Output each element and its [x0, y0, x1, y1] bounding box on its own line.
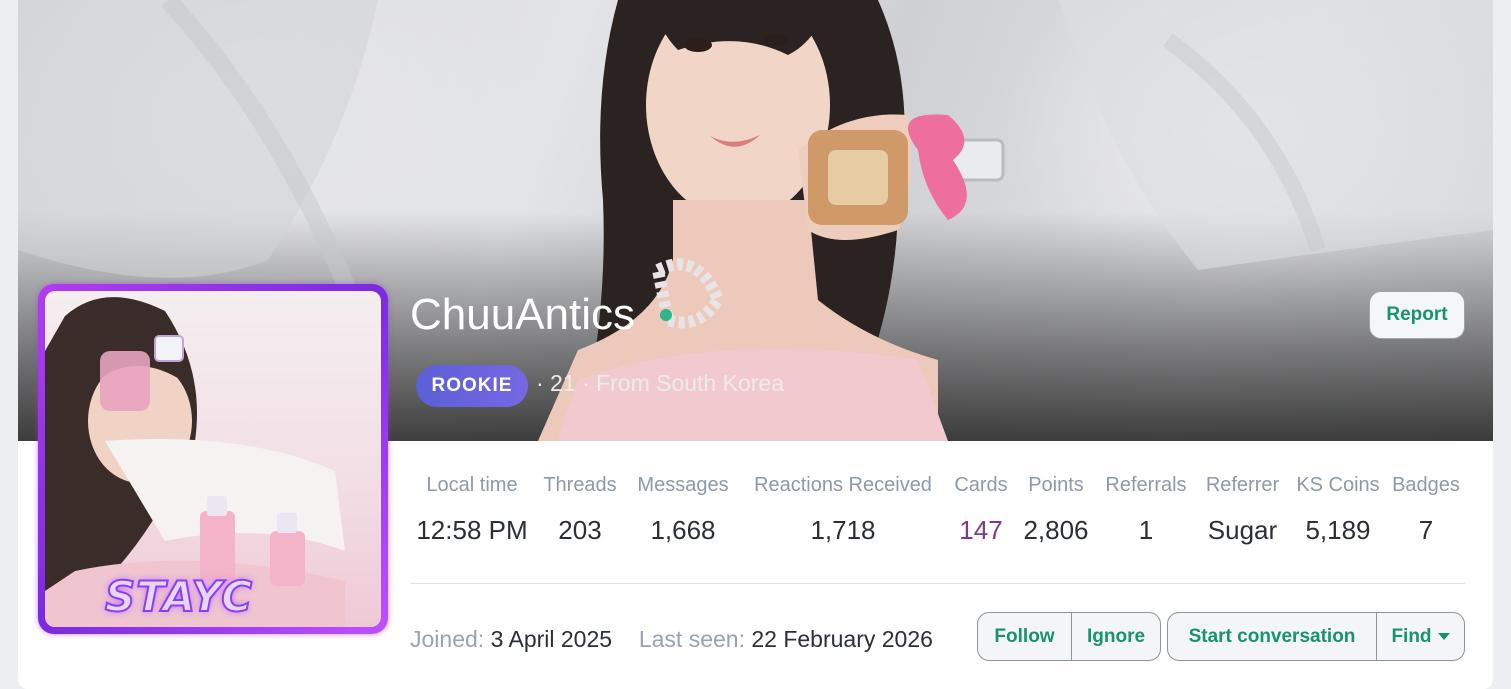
stat-value[interactable]: Sugar [1208, 515, 1277, 546]
caret-down-icon [1437, 633, 1450, 640]
profile-username: ChuuAntics [410, 290, 636, 339]
stat-value[interactable]: 1,668 [650, 515, 715, 546]
stat-messages[interactable]: Messages 1,668 [626, 474, 740, 546]
conversation-find-group: Start conversation Find [1167, 612, 1465, 661]
stat-value[interactable]: 203 [558, 515, 601, 546]
follow-ignore-group: Follow Ignore [977, 612, 1161, 661]
profile-meta: · 21 · From South Korea [536, 370, 784, 396]
stat-reactions-received[interactable]: Reactions Received 1,718 [740, 474, 946, 546]
stat-ks-coins: KS Coins 5,189 [1289, 474, 1387, 546]
profile-card: STAYC ChuuAntics Report ROOKIE · 21 · Fr… [18, 0, 1493, 689]
start-conversation-button[interactable]: Start conversation [1168, 613, 1376, 660]
stat-cards[interactable]: Cards 147 [946, 474, 1016, 546]
stats-divider [410, 583, 1465, 584]
stat-badges[interactable]: Badges 7 [1387, 474, 1465, 546]
stat-label: Cards [954, 474, 1008, 496]
avatar-logo-text: STAYC [104, 571, 254, 622]
stat-points[interactable]: Points 2,806 [1016, 474, 1096, 546]
stat-label: Reactions Received [754, 474, 932, 496]
joined-info: Joined: 3 April 2025 Last seen: 22 Febru… [410, 626, 933, 653]
stat-value[interactable]: 7 [1419, 515, 1433, 546]
stat-label: Local time [426, 474, 518, 496]
last-seen-date: 22 February 2026 [751, 626, 933, 652]
report-button[interactable]: Report [1369, 291, 1465, 339]
stat-local-time: Local time 12:58 PM [410, 474, 534, 546]
stat-label: Points [1028, 474, 1084, 496]
follow-button[interactable]: Follow [978, 613, 1071, 660]
stat-label: Badges [1392, 474, 1460, 496]
stat-label: Messages [637, 474, 729, 496]
stat-value: 5,189 [1305, 515, 1371, 545]
last-seen-label: Last seen: [638, 626, 745, 652]
stat-value[interactable]: 147 [959, 515, 1002, 546]
find-label: Find [1391, 625, 1432, 647]
rank-badge[interactable]: ROOKIE [416, 365, 528, 407]
stat-label: KS Coins [1296, 474, 1380, 496]
user-avatar[interactable]: STAYC [38, 284, 388, 634]
profile-stats: Local time 12:58 PM Threads 203 Messages… [410, 474, 1465, 546]
find-dropdown-button[interactable]: Find [1376, 613, 1464, 660]
stat-value: 12:58 PM [416, 515, 528, 545]
avatar-image: STAYC [45, 291, 381, 627]
stat-label: Referrals [1105, 474, 1187, 496]
stat-value[interactable]: 1,718 [810, 515, 875, 546]
online-status-dot [660, 309, 672, 321]
stat-referrals[interactable]: Referrals 1 [1096, 474, 1196, 546]
stat-referrer[interactable]: Referrer Sugar [1196, 474, 1289, 546]
stat-value[interactable]: 1 [1139, 515, 1153, 546]
stat-threads[interactable]: Threads 203 [534, 474, 626, 546]
joined-date: 3 April 2025 [490, 626, 613, 652]
stat-value[interactable]: 2,806 [1023, 515, 1088, 546]
stat-label: Threads [543, 474, 617, 496]
stat-label: Referrer [1205, 474, 1280, 496]
ignore-button[interactable]: Ignore [1071, 613, 1160, 660]
joined-label: Joined: [410, 626, 485, 652]
